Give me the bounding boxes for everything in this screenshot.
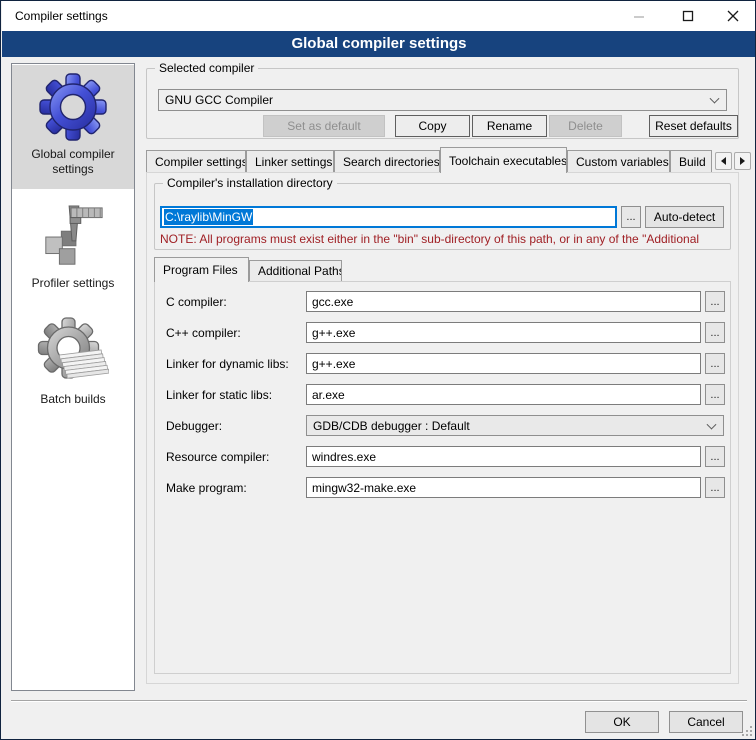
resource-compiler-input[interactable] <box>306 446 701 467</box>
cpp-compiler-input[interactable] <box>306 322 701 343</box>
sidebar-item-label: Profiler settings <box>32 276 115 291</box>
resource-compiler-browse-button[interactable]: ... <box>705 446 725 467</box>
close-button[interactable] <box>713 1 753 31</box>
tab-linker-settings[interactable]: Linker settings <box>246 150 334 172</box>
tab-toolchain-executables[interactable]: Toolchain executables <box>440 147 567 173</box>
install-dir-group-label: Compiler's installation directory <box>163 176 337 191</box>
selected-compiler-value: GNU GCC Compiler <box>165 93 273 107</box>
title-bar: Compiler settings <box>2 1 756 31</box>
tab-compiler-settings[interactable]: Compiler settings <box>146 150 246 172</box>
sidebar-item-global-compiler-settings[interactable]: Global compiler settings <box>12 65 134 189</box>
minimize-button[interactable] <box>619 1 659 31</box>
minimize-icon <box>633 10 645 22</box>
chevron-down-icon <box>707 419 717 429</box>
static-linker-input[interactable] <box>306 384 701 405</box>
make-program-browse-button[interactable]: ... <box>705 477 725 498</box>
selected-compiler-group-label: Selected compiler <box>155 61 258 76</box>
static-linker-browse-button[interactable]: ... <box>705 384 725 405</box>
tab-custom-variables[interactable]: Custom variables <box>567 150 670 172</box>
tab-scroll-left-button[interactable] <box>715 152 732 170</box>
install-dir-browse-button[interactable]: ... <box>621 206 641 228</box>
copy-button[interactable]: Copy <box>395 115 470 137</box>
maximize-button[interactable] <box>668 1 708 31</box>
subtab-additional-paths[interactable]: Additional Paths <box>249 260 342 281</box>
compiler-settings-window: Compiler settings Global compiler settin… <box>0 0 756 740</box>
arrow-right-icon <box>740 157 745 165</box>
tab-scroll-right-button[interactable] <box>734 152 751 170</box>
field-label: C compiler: <box>166 291 227 313</box>
blue-gear-icon <box>37 71 109 143</box>
cpp-compiler-browse-button[interactable]: ... <box>705 322 725 343</box>
resize-grip[interactable] <box>742 726 752 736</box>
field-label: C++ compiler: <box>166 322 241 344</box>
install-dir-note: NOTE: All programs must exist either in … <box>160 232 726 246</box>
selected-compiler-dropdown[interactable]: GNU GCC Compiler <box>158 89 727 111</box>
auto-detect-button[interactable]: Auto-detect <box>645 206 724 228</box>
field-label: Resource compiler: <box>166 446 269 468</box>
field-label: Linker for dynamic libs: <box>166 353 289 375</box>
install-dir-selected-text: C:\raylib\MinGW <box>164 209 253 225</box>
maximize-icon <box>682 10 694 22</box>
cancel-button[interactable]: Cancel <box>669 711 743 733</box>
settings-category-list: Global compiler settings Profiler settin… <box>11 63 135 691</box>
install-dir-input[interactable]: C:\raylib\MinGW <box>160 206 617 228</box>
ok-button[interactable]: OK <box>585 711 659 733</box>
footer-divider <box>11 700 747 702</box>
sidebar-item-label: Batch builds <box>40 392 105 407</box>
dynamic-linker-input[interactable] <box>306 353 701 374</box>
reset-defaults-button[interactable]: Reset defaults <box>649 115 738 137</box>
c-compiler-input[interactable] <box>306 291 701 312</box>
debugger-select[interactable]: GDB/CDB debugger : Default <box>306 415 724 436</box>
sidebar-item-batch-builds[interactable]: Batch builds <box>12 310 134 422</box>
page-title: Global compiler settings <box>2 31 756 57</box>
subtab-program-files[interactable]: Program Files <box>154 257 249 282</box>
chevron-down-icon <box>710 94 720 104</box>
tab-build-options[interactable]: Build <box>670 150 712 172</box>
c-compiler-browse-button[interactable]: ... <box>705 291 725 312</box>
make-program-input[interactable] <box>306 477 701 498</box>
tab-search-directories[interactable]: Search directories <box>334 150 440 172</box>
dynamic-linker-browse-button[interactable]: ... <box>705 353 725 374</box>
delete-button[interactable]: Delete <box>549 115 622 137</box>
field-label: Linker for static libs: <box>166 384 272 406</box>
close-icon <box>727 10 739 22</box>
gray-gear-stack-icon <box>37 316 109 388</box>
debugger-value: GDB/CDB debugger : Default <box>313 419 470 433</box>
set-as-default-button[interactable]: Set as default <box>263 115 385 137</box>
window-title: Compiler settings <box>15 1 108 31</box>
rename-button[interactable]: Rename <box>472 115 547 137</box>
sidebar-item-label: Global compiler settings <box>23 147 123 177</box>
caliper-icon <box>38 204 108 272</box>
arrow-left-icon <box>721 157 726 165</box>
sidebar-item-profiler-settings[interactable]: Profiler settings <box>12 200 134 298</box>
field-label: Debugger: <box>166 415 222 437</box>
field-label: Make program: <box>166 477 247 499</box>
